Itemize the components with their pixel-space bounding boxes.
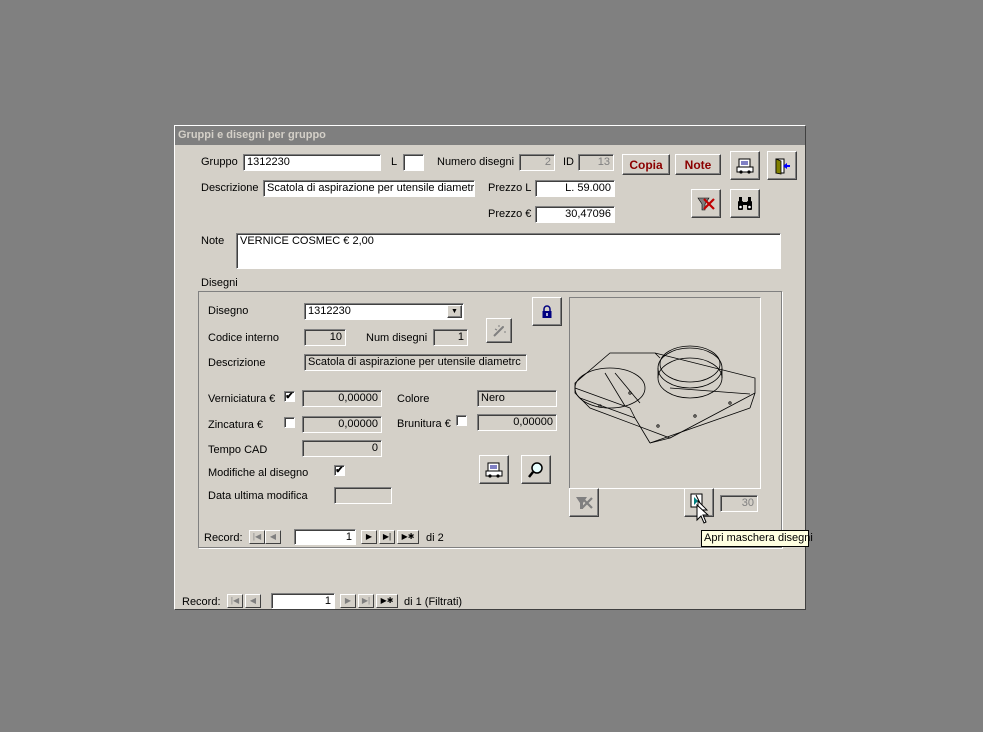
sub-record-label: Record: [204,532,243,544]
disegno-label: Disegno [208,305,249,317]
disegni-section-label: Disegni [201,277,238,289]
gruppo-field[interactable]: 1312230 [243,154,381,171]
remove-filter-button[interactable] [691,189,721,218]
tooltip: Apri maschera disegni [701,530,813,547]
drawing-counter-field: 30 [720,495,758,512]
record-number-field[interactable]: 1 [271,593,335,609]
l-label: L [391,156,398,168]
brunitura-checkbox[interactable] [456,415,467,426]
prezzo-l-label: Prezzo L [488,182,532,194]
descrizione-disegno-label: Descrizione [208,357,266,369]
window-title: Gruppi e disegni per gruppo [175,126,805,145]
padlock-icon [542,304,552,318]
remove-filter-icon [576,496,593,509]
sub-first-record-button[interactable]: |◀ [249,530,265,544]
disegni-subform: Disegno 1312230 ▼ Codice interno 10 Num … [198,291,782,548]
sub-new-record-button[interactable]: ▶✱ [397,530,419,544]
numero-disegni-field: 2 [519,154,555,171]
id-label: ID [563,156,574,168]
prezzo-eur-label: Prezzo € [488,208,532,220]
tempo-cad-field: 0 [302,440,382,457]
verniciatura-checkbox[interactable]: ✔ [284,391,295,402]
sub-prev-record-button[interactable]: ◀ [265,530,281,544]
data-ultima-field [334,487,392,504]
last-record-button[interactable]: ▶| [358,594,374,608]
report-button[interactable] [730,151,760,180]
num-disegni-field: 1 [433,329,468,346]
remove-filter-icon [697,197,715,210]
wand-icon [493,324,506,337]
sub-record-number-field[interactable]: 1 [294,529,356,545]
disegno-report-button[interactable] [479,455,509,484]
note-button[interactable]: Note [675,154,721,175]
prev-record-button[interactable]: ◀ [245,594,261,608]
prezzo-eur-field[interactable]: 30,47096 [535,206,615,223]
gruppo-label: Gruppo [201,156,238,168]
magnifier-icon [528,461,543,478]
next-record-button[interactable]: ▶ [340,594,356,608]
zincatura-label: Zincatura € [208,419,264,431]
descrizione-disegno-field: Scatola di aspirazione per utensile diam… [304,354,527,371]
modifiche-checkbox[interactable]: ✔ [334,465,345,476]
main-record-label: Record: [182,596,221,608]
numero-disegni-label: Numero disegni [437,156,515,168]
l-field[interactable] [403,154,424,171]
note-field[interactable]: VERNICE COSMEC € 2,00 [236,233,781,269]
id-field: 13 [578,154,614,171]
descrizione-field[interactable]: Scatola di aspirazione per utensile diam… [263,180,475,197]
brunitura-field: 0,00000 [477,414,557,431]
report-icon [485,462,503,478]
sub-last-record-button[interactable]: ▶| [379,530,395,544]
main-record-total: di 1 (Filtrati) [404,596,463,608]
brunitura-label: Brunitura € [397,418,451,430]
disegno-combo[interactable]: 1312230 [304,303,464,320]
mouse-cursor-icon [696,504,710,524]
find-button[interactable] [730,189,760,218]
zincatura-field: 0,00000 [302,416,382,433]
report-icon [736,158,754,174]
first-record-button[interactable]: |◀ [227,594,243,608]
chevron-down-icon: ▼ [451,308,458,315]
colore-field: Nero [477,390,557,407]
binoculars-icon [738,196,752,210]
num-disegni-label: Num disegni [366,332,428,344]
note-label: Note [201,235,225,247]
data-ultima-label: Data ultima modifica [208,490,308,502]
remove-filter-disegno-button[interactable] [569,488,599,517]
new-record-button[interactable]: ▶✱ [376,594,398,608]
codice-interno-label: Codice interno [208,332,279,344]
colore-label: Colore [397,393,430,405]
technical-drawing-image [574,345,756,444]
zincatura-checkbox[interactable] [284,417,295,428]
exit-door-icon [775,157,790,174]
verniciatura-field: 0,00000 [302,390,382,407]
modifiche-label: Modifiche al disegno [208,467,309,479]
exit-button[interactable] [767,151,797,180]
combo-dropdown-button[interactable]: ▼ [447,305,462,318]
prezzo-l-field[interactable]: L. 59.000 [535,180,615,197]
codice-interno-field: 10 [304,329,346,346]
tempo-cad-label: Tempo CAD [208,444,268,456]
verniciatura-label: Verniciatura € [208,393,276,405]
drawing-preview [569,297,761,489]
sub-record-total: di 2 [426,532,444,544]
wand-button[interactable] [486,318,512,343]
descrizione-label: Descrizione [201,182,259,194]
sub-next-record-button[interactable]: ▶ [361,530,377,544]
copia-button[interactable]: Copia [622,154,670,175]
lock-button[interactable] [532,297,562,326]
zoom-button[interactable] [521,455,551,484]
